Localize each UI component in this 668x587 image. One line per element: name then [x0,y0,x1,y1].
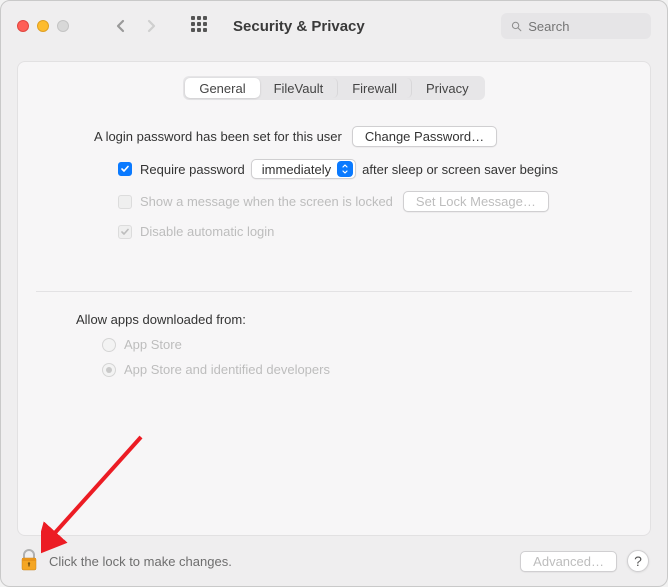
allow-apps-section: Allow apps downloaded from: App Store Ap… [18,292,650,377]
show-message-checkbox [118,195,132,209]
login-password-text: A login password has been set for this u… [94,129,342,144]
require-password-checkbox[interactable] [118,162,132,176]
chevron-updown-icon [337,161,353,177]
allow-appstore-label: App Store [124,337,182,352]
allow-apps-heading: Allow apps downloaded from: [76,312,622,327]
require-password-label-pre: Require password [140,162,245,177]
window-title: Security & Privacy [233,18,365,35]
require-password-delay-select[interactable]: immediately [251,159,356,179]
nav-arrows [107,14,165,38]
lock-hint-text: Click the lock to make changes. [49,554,232,569]
content-panel: General FileVault Firewall Privacy A log… [17,61,651,536]
disable-auto-login-checkbox [118,225,132,239]
allow-identified-radio [102,363,116,377]
preferences-window: Security & Privacy General FileVault Fir… [0,0,668,587]
tab-firewall[interactable]: Firewall [338,78,412,98]
allow-identified-label: App Store and identified developers [124,362,330,377]
tab-bar: General FileVault Firewall Privacy [183,76,484,100]
zoom-window-button [57,20,69,32]
show-message-label: Show a message when the screen is locked [140,194,393,209]
allow-appstore-radio [102,338,116,352]
login-section: A login password has been set for this u… [18,100,650,251]
minimize-window-button[interactable] [37,20,49,32]
back-button[interactable] [107,14,135,38]
show-all-icon[interactable] [191,16,211,36]
footer: Click the lock to make changes. Advanced… [1,536,667,586]
require-password-delay-value: immediately [262,162,331,177]
advanced-button: Advanced… [520,551,617,572]
search-field[interactable] [501,13,651,39]
lock-icon[interactable] [19,549,39,573]
search-icon [511,20,522,33]
titlebar: Security & Privacy [1,1,667,51]
help-button[interactable]: ? [627,550,649,572]
window-controls [17,20,69,32]
change-password-button[interactable]: Change Password… [352,126,497,147]
search-input[interactable] [528,19,641,34]
forward-button [137,14,165,38]
tab-privacy[interactable]: Privacy [412,78,483,98]
tab-filevault[interactable]: FileVault [260,78,339,98]
set-lock-message-button: Set Lock Message… [403,191,549,212]
require-password-label-post: after sleep or screen saver begins [362,162,558,177]
tab-general[interactable]: General [185,78,259,98]
close-window-button[interactable] [17,20,29,32]
disable-auto-login-label: Disable automatic login [140,224,274,239]
